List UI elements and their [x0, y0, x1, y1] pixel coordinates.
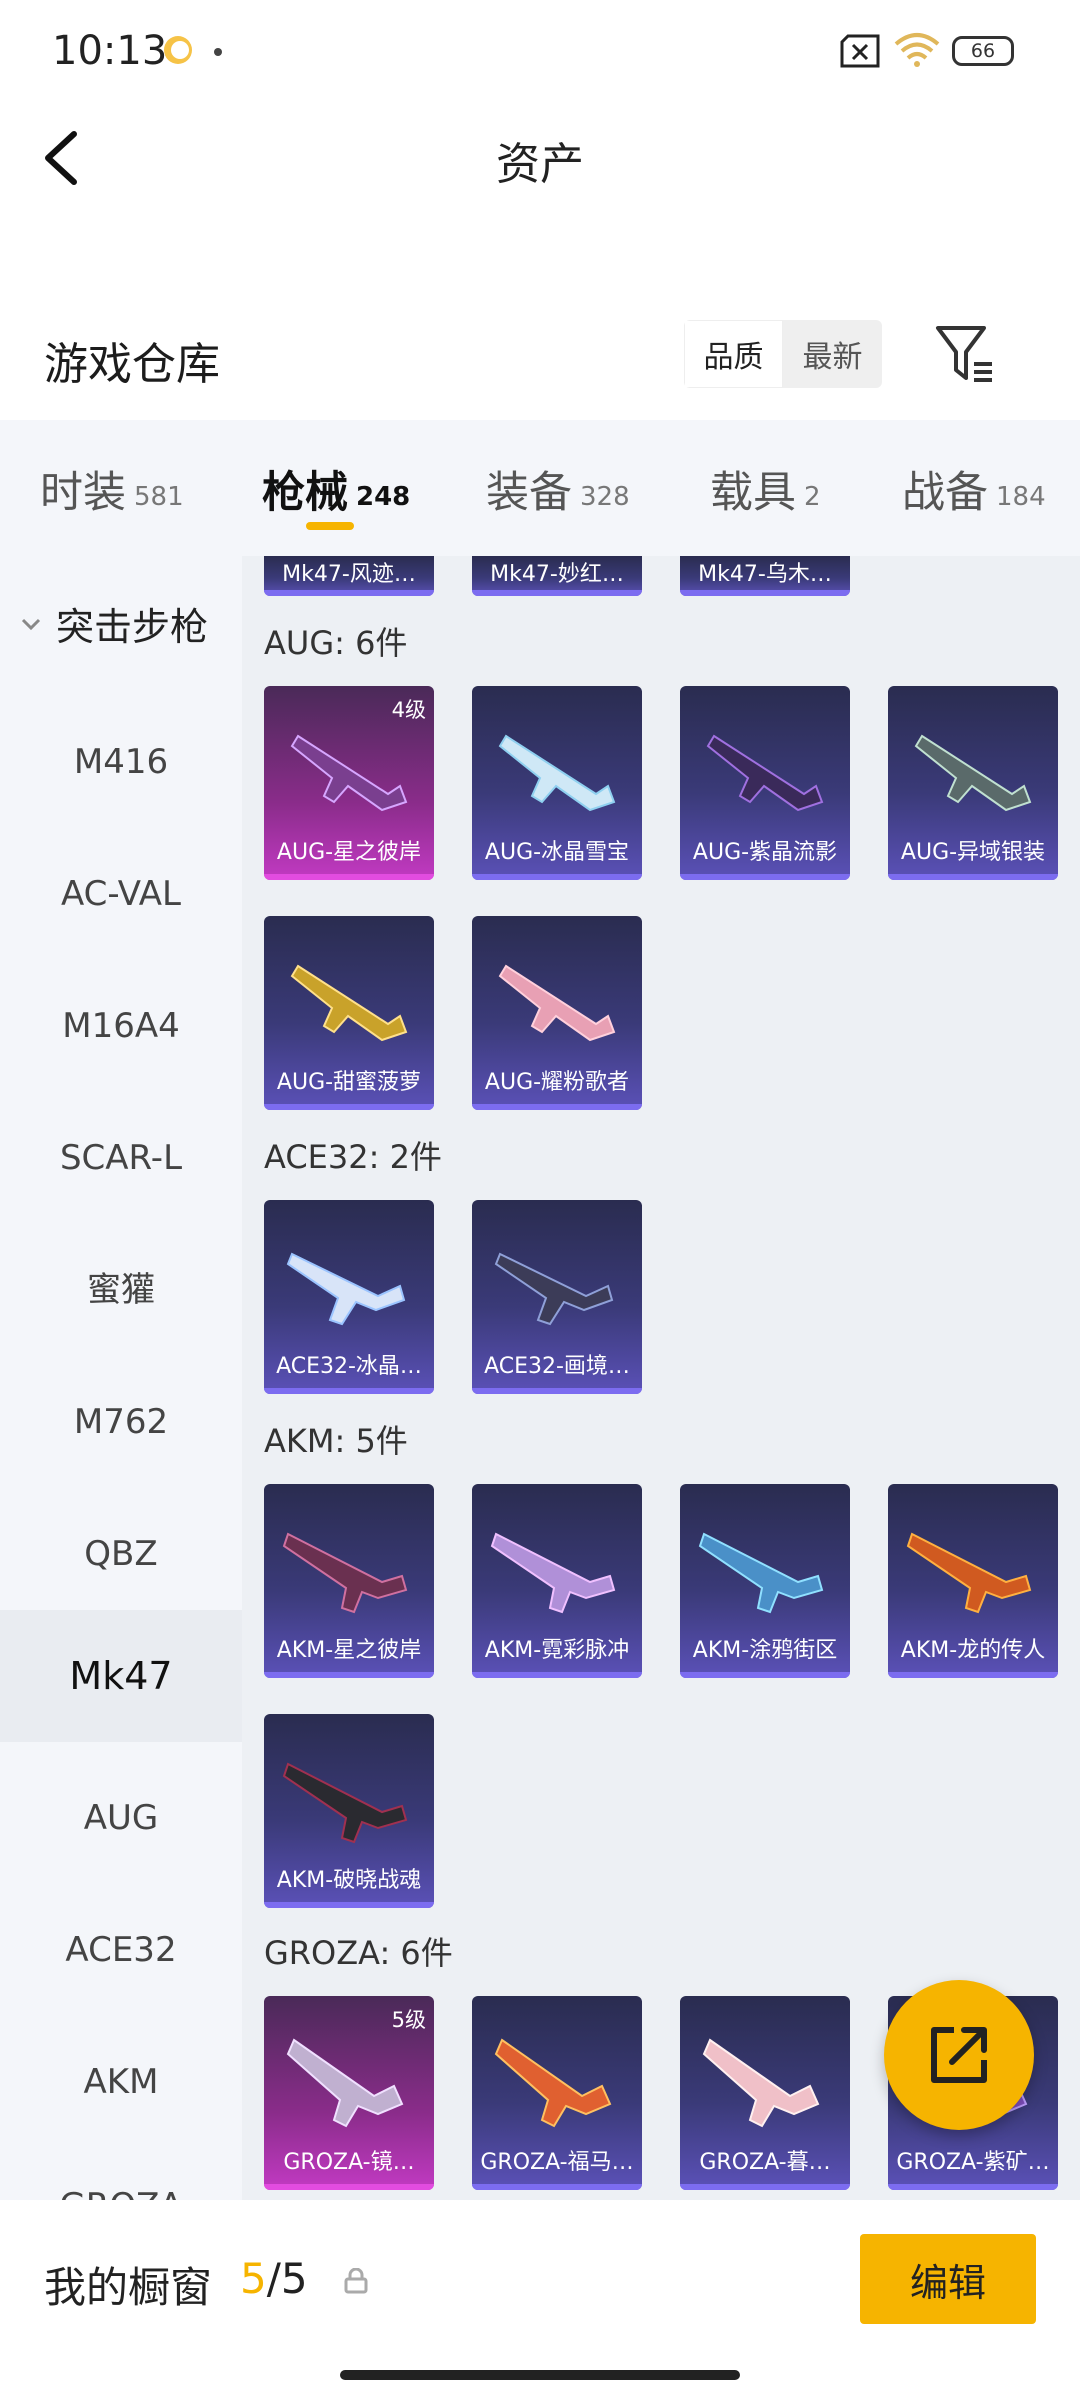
- sidebar-item-ac-val[interactable]: AC-VAL: [0, 864, 242, 924]
- notification-icon: [164, 36, 192, 64]
- weapon-card[interactable]: AKM-破晓战魂: [264, 1714, 434, 1908]
- section-title-aug: AUG: 6件: [264, 624, 408, 662]
- weapon-card[interactable]: Mk47-乌木…: [680, 556, 850, 596]
- dot-icon: [214, 48, 222, 56]
- sidebar-item-honey-badger[interactable]: 蜜獾: [0, 1260, 242, 1320]
- weapon-image: [282, 1762, 408, 1844]
- sidebar-item-m762[interactable]: M762: [0, 1392, 242, 1452]
- weapon-image: [498, 734, 616, 812]
- weapon-grid: Mk47-风迹… Mk47-妙红… Mk47-乌木… AUG: 6件 4级 AU…: [242, 556, 1080, 2200]
- weapon-card[interactable]: AUG-冰晶雪宝: [472, 686, 642, 880]
- weapon-image: [290, 734, 408, 812]
- weapon-image: [494, 2038, 612, 2128]
- tab-vehicles[interactable]: 载具 2: [710, 458, 821, 520]
- sidebar-item-mk47[interactable]: Mk47: [0, 1610, 242, 1742]
- weapon-image: [494, 1252, 614, 1326]
- weapon-card[interactable]: AUG-异域银装: [888, 686, 1058, 880]
- weapon-card[interactable]: Mk47-妙红…: [472, 556, 642, 596]
- weapon-image: [286, 2038, 404, 2128]
- sidebar-item-groza[interactable]: GROZA: [0, 2176, 242, 2200]
- tab-fashion[interactable]: 时装 581: [40, 458, 184, 520]
- showcase-count: 5/5: [240, 2254, 308, 2303]
- nav-bar: 资产: [0, 100, 1080, 220]
- weapon-card[interactable]: GROZA-福马…: [472, 1996, 642, 2190]
- sidebar-item-m416[interactable]: M416: [0, 732, 242, 792]
- no-sim-icon: [840, 34, 880, 68]
- weapon-image: [906, 1532, 1032, 1614]
- lock-icon: [344, 2268, 368, 2294]
- weapon-image: [286, 1252, 406, 1326]
- category-tabs: 时装 581 枪械 248 装备 328 载具 2 战备 184: [0, 420, 1080, 556]
- battery-icon: 66: [952, 36, 1014, 66]
- tab-supplies[interactable]: 战备 184: [902, 458, 1046, 520]
- weapon-card[interactable]: AKM-龙的传人: [888, 1484, 1058, 1678]
- active-tab-indicator: [306, 522, 354, 530]
- status-time: 10:13: [52, 28, 168, 74]
- weapon-image: [698, 1532, 824, 1614]
- weapon-card[interactable]: AKM-涂鸦街区: [680, 1484, 850, 1678]
- weapon-card[interactable]: AKM-霓彩脉冲: [472, 1484, 642, 1678]
- weapon-sidebar: 突击步枪 M416 AC-VAL M16A4 SCAR-L 蜜獾 M762 QB…: [0, 556, 242, 2200]
- section-title-ace32: ACE32: 2件: [264, 1138, 442, 1176]
- share-icon: [931, 2027, 987, 2083]
- section-title-akm: AKM: 5件: [264, 1422, 408, 1460]
- page-title: 资产: [496, 139, 584, 190]
- weapon-card[interactable]: 4级 AUG-星之彼岸: [264, 686, 434, 880]
- sort-quality-button[interactable]: 品质: [684, 320, 783, 388]
- sidebar-item-qbz[interactable]: QBZ: [0, 1524, 242, 1584]
- tab-equipment[interactable]: 装备 328: [486, 458, 630, 520]
- status-bar: 10:13 66: [0, 0, 1080, 100]
- weapon-image: [282, 1532, 408, 1614]
- weapon-image: [702, 2038, 820, 2128]
- home-indicator[interactable]: [340, 2370, 740, 2380]
- weapon-card[interactable]: ACE32-冰晶…: [264, 1200, 434, 1394]
- sidebar-item-aug[interactable]: AUG: [0, 1788, 242, 1848]
- filter-icon[interactable]: [934, 322, 994, 386]
- weapon-image: [914, 734, 1032, 812]
- section-title-groza: GROZA: 6件: [264, 1934, 453, 1972]
- weapon-image: [290, 964, 408, 1042]
- weapon-card[interactable]: AUG-耀粉歌者: [472, 916, 642, 1110]
- weapon-card[interactable]: Mk47-风迹…: [264, 556, 434, 596]
- weapon-image: [706, 734, 824, 812]
- weapon-image: [498, 964, 616, 1042]
- weapon-card[interactable]: AUG-紫晶流影: [680, 686, 850, 880]
- sidebar-item-akm[interactable]: AKM: [0, 2052, 242, 2112]
- weapon-card[interactable]: GROZA-暮…: [680, 1996, 850, 2190]
- weapon-image: [490, 1532, 616, 1614]
- warehouse-header: 游戏仓库 品质 最新: [0, 300, 1080, 410]
- sidebar-category-assault-rifles[interactable]: 突击步枪: [20, 596, 208, 651]
- wifi-icon: [894, 33, 940, 67]
- sort-newest-button[interactable]: 最新: [783, 320, 882, 388]
- warehouse-label: 游戏仓库: [44, 339, 220, 390]
- weapon-card[interactable]: AKM-星之彼岸: [264, 1484, 434, 1678]
- sidebar-item-m16a4[interactable]: M16A4: [0, 996, 242, 1056]
- sidebar-item-ace32[interactable]: ACE32: [0, 1920, 242, 1980]
- tab-guns[interactable]: 枪械 248: [262, 458, 410, 520]
- share-button[interactable]: [884, 1980, 1034, 2130]
- chevron-down-icon: [21, 618, 41, 630]
- weapon-card[interactable]: AUG-甜蜜菠萝: [264, 916, 434, 1110]
- sort-toggle: 品质 最新: [684, 320, 882, 388]
- sidebar-item-scar-l[interactable]: SCAR-L: [0, 1128, 242, 1188]
- edit-button[interactable]: 编辑: [860, 2234, 1036, 2324]
- weapon-card[interactable]: 5级 GROZA-镜…: [264, 1996, 434, 2190]
- weapon-card[interactable]: ACE32-画境…: [472, 1200, 642, 1394]
- showcase-label: 我的橱窗: [44, 2263, 213, 2312]
